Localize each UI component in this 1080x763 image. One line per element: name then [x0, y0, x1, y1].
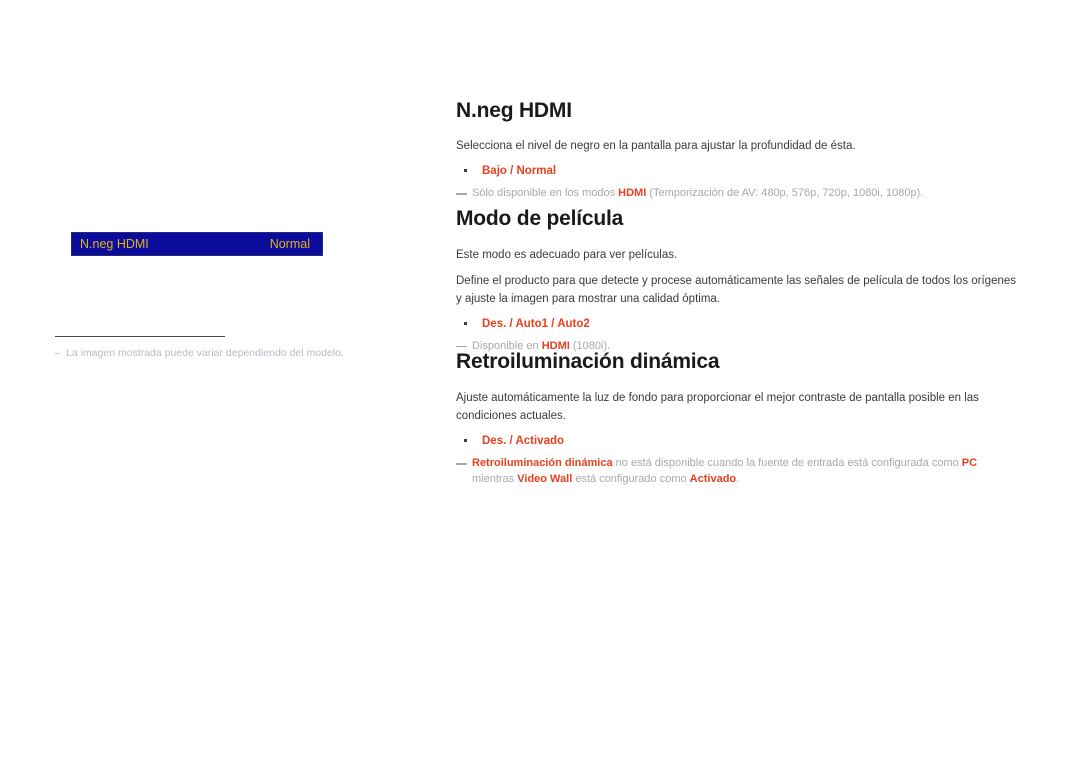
note-highlight: Retroiluminación dinámica: [472, 457, 613, 470]
note-plain: .: [736, 472, 740, 485]
square-bullet-icon: [464, 438, 467, 442]
note-highlight: Video Wall: [517, 472, 573, 485]
osd-menu-item-label: N.neg HDMI: [80, 236, 149, 251]
section-title: N.neg HDMI: [456, 99, 572, 122]
section-title: Retroiluminación dinámica: [456, 350, 720, 373]
note-dash-icon: [456, 463, 467, 465]
footnote-item: ‒ La imagen mostrada puede variar depend…: [55, 346, 395, 360]
section-paragraph: Define el producto para que detecte y pr…: [456, 274, 1017, 305]
note-dash-icon: [456, 345, 467, 348]
note-highlight: HDMI: [618, 187, 647, 200]
option-list-item[interactable]: Des. / Auto1 / Auto2: [456, 316, 1022, 333]
section-retroiluminacion-dinamica: Retroiluminación dinámica Ajuste automát…: [456, 350, 1022, 488]
osd-menu-item-value: Normal: [269, 236, 310, 251]
section-note: Retroiluminación dinámica no está dispon…: [456, 456, 1022, 488]
option-list: Des. / Auto1 / Auto2: [456, 316, 1022, 333]
option-list-item-label: Des. / Auto1 / Auto2: [482, 317, 590, 330]
footnote-dash-icon: ‒: [55, 347, 61, 359]
note-dash-icon: [456, 193, 467, 195]
left-illustration-column: N.neg HDMI Normal ‒ La imagen mostrada p…: [0, 0, 450, 763]
osd-menu-row-nneg-hdmi[interactable]: N.neg HDMI Normal: [71, 232, 323, 256]
document-page: N.neg HDMI Normal ‒ La imagen mostrada p…: [0, 0, 1080, 763]
note-text: Sólo disponible en los modos HDMI (Tempo…: [472, 187, 923, 199]
note-plain: está configurado como: [572, 472, 690, 485]
option-list: Bajo / Normal: [456, 163, 1022, 180]
section-paragraph: Selecciona el nivel de negro en la panta…: [456, 140, 856, 153]
note-plain: (Temporización de AV: 480p, 576p, 720p, …: [646, 187, 924, 200]
footnote-text: La imagen mostrada puede variar dependie…: [66, 347, 344, 359]
option-list-item[interactable]: Bajo / Normal: [456, 163, 1022, 180]
option-list-item-label: Des. / Activado: [482, 434, 565, 447]
section-title: Modo de película: [456, 207, 624, 230]
note-plain: Sólo disponible en los modos: [472, 187, 619, 200]
section-modo-de-pelicula: Modo de película Este modo es adecuado p…: [456, 207, 1022, 355]
left-footnote-block: ‒ La imagen mostrada puede variar depend…: [55, 336, 395, 360]
note-highlight: PC: [961, 457, 978, 470]
note-plain: no está disponible cuando la fuente de e…: [612, 457, 962, 470]
square-bullet-icon: [464, 168, 467, 172]
section-paragraph: Ajuste automáticamente la luz de fondo p…: [456, 392, 979, 422]
section-paragraph: Este modo es adecuado para ver películas…: [456, 249, 678, 262]
option-list: Des. / Activado: [456, 433, 1022, 450]
option-list-item[interactable]: Des. / Activado: [456, 433, 1022, 450]
note-highlight: Activado: [689, 472, 737, 485]
footnote-divider: [55, 336, 225, 337]
option-list-item-label: Bajo / Normal: [482, 164, 557, 177]
square-bullet-icon: [464, 321, 467, 325]
note-text: Retroiluminación dinámica no está dispon…: [472, 457, 977, 485]
note-plain: mientras: [472, 472, 518, 485]
section-nneg-hdmi: N.neg HDMI Selecciona el nivel de negro …: [456, 99, 1022, 202]
section-note: Sólo disponible en los modos HDMI (Tempo…: [456, 186, 1022, 202]
